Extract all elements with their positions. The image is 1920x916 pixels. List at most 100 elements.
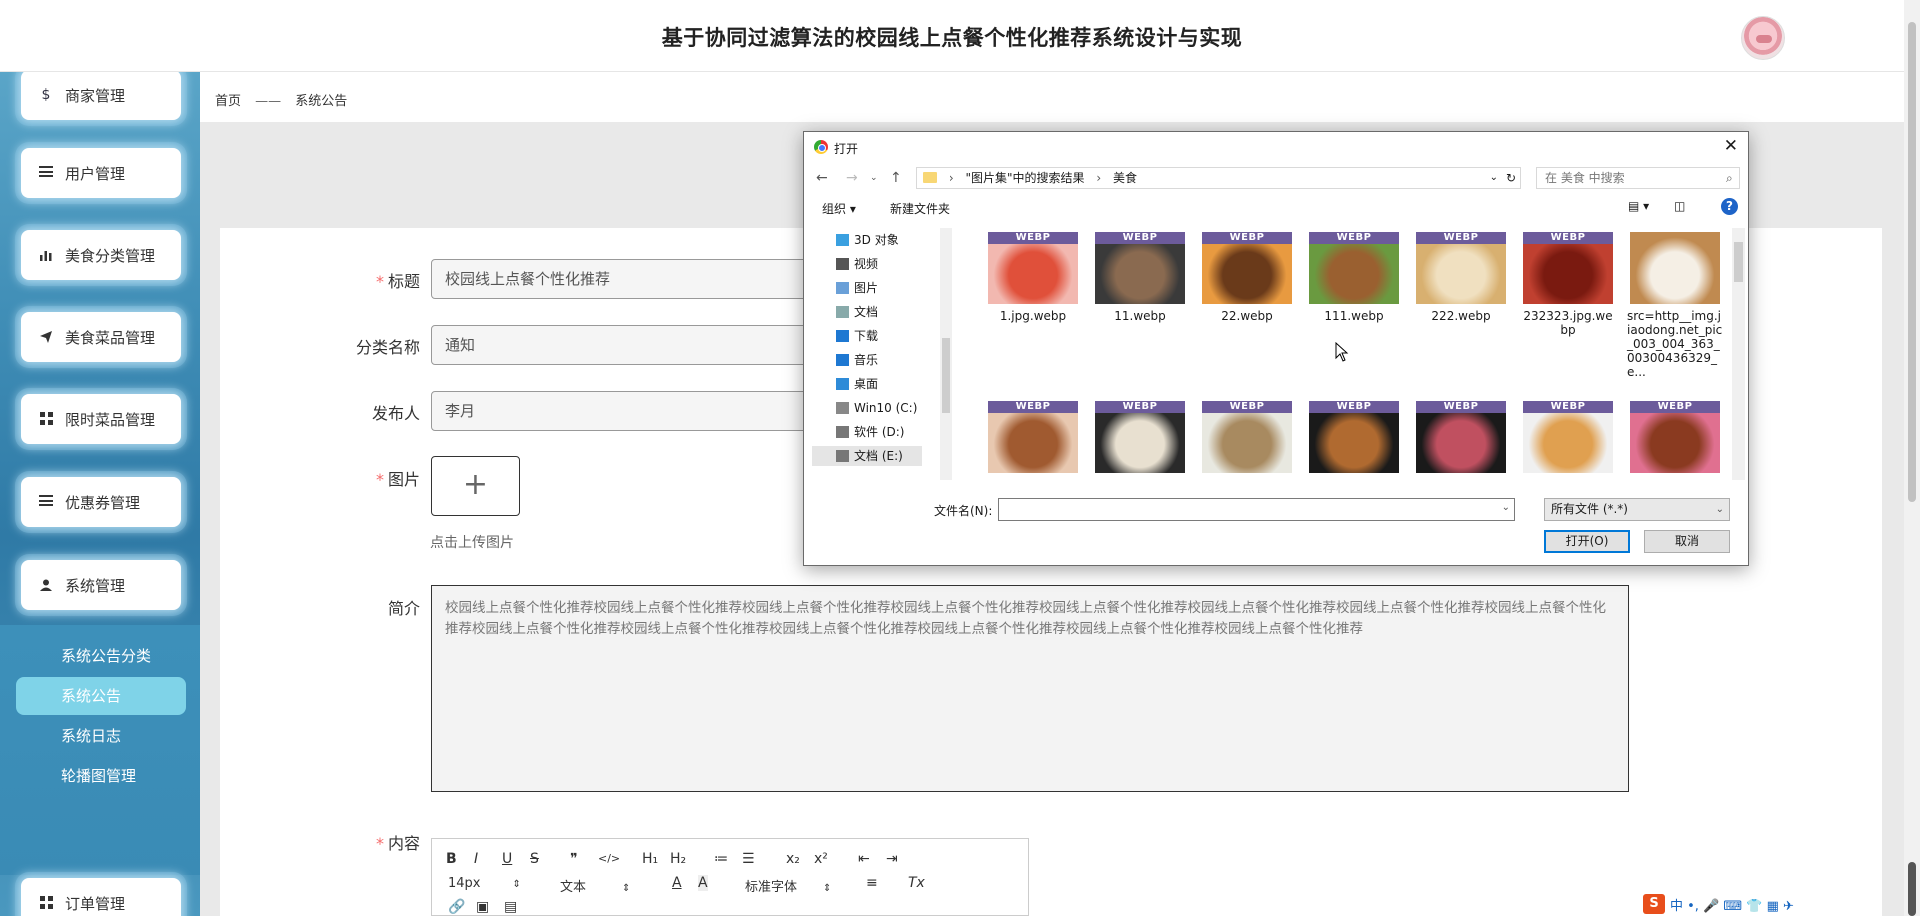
preview-pane-icon[interactable]: ◫ xyxy=(1674,199,1685,213)
sogou-logo-icon[interactable]: S xyxy=(1643,894,1665,914)
scrollbar-thumb-lower[interactable] xyxy=(1908,862,1916,916)
align-icon[interactable]: ≡ xyxy=(866,875,878,891)
close-icon[interactable]: ✕ xyxy=(1724,136,1738,156)
bullet-list-button[interactable]: ☰ xyxy=(742,851,755,867)
chevron-down-icon[interactable]: ⌄ xyxy=(1490,168,1498,188)
nav-item[interactable]: 文档 (E:) xyxy=(812,446,922,466)
avatar[interactable] xyxy=(1741,16,1785,60)
view-options-icon[interactable]: ▤ ▾ xyxy=(1628,199,1649,213)
new-folder-button[interactable]: 新建文件夹 xyxy=(890,200,950,217)
strike-button[interactable]: S xyxy=(530,851,539,867)
sub-item-notice-category[interactable]: 系统公告分类 xyxy=(16,637,186,675)
nav-item[interactable]: 图片 xyxy=(834,278,944,298)
page-scrollbar[interactable] xyxy=(1904,0,1920,916)
nav-item[interactable]: 音乐 xyxy=(834,350,944,370)
file-item[interactable]: WEBP xyxy=(985,401,1081,473)
sub-item-carousel[interactable]: 轮播图管理 xyxy=(16,757,186,795)
sidebar-item-merchant[interactable]: $ 商家管理 xyxy=(21,72,181,120)
nav-item[interactable]: 下载 xyxy=(834,326,944,346)
search-input[interactable]: 在 美食 中搜索 xyxy=(1536,167,1740,189)
font-color-icon[interactable]: A xyxy=(672,875,682,891)
indent-button[interactable]: ⇥ xyxy=(886,851,898,867)
italic-button[interactable]: I xyxy=(474,851,478,867)
nav-item[interactable]: 视频 xyxy=(834,254,944,274)
font-family-select[interactable]: 标准字体 ⇕ xyxy=(745,876,831,895)
image-icon[interactable]: ▣ xyxy=(476,899,489,915)
intro-textarea[interactable]: 校园线上点餐个性化推荐校园线上点餐个性化推荐校园线上点餐个性化推荐校园线上点餐个… xyxy=(431,585,1629,792)
help-icon[interactable]: ? xyxy=(1721,198,1738,215)
video-icon[interactable]: ▤ xyxy=(504,899,517,915)
nav-item[interactable]: 3D 对象 xyxy=(834,230,944,250)
path-segment[interactable]: 美食 xyxy=(1113,171,1137,185)
nav-folder-icon xyxy=(836,450,849,462)
file-item[interactable]: WEBP xyxy=(1520,401,1616,473)
file-item[interactable]: WEBP xyxy=(1199,401,1295,473)
underline-button[interactable]: U xyxy=(502,851,512,867)
sidebar-item-orders[interactable]: 订单管理 xyxy=(21,878,181,916)
sidebar-item-food-category[interactable]: 美食分类管理 xyxy=(21,230,181,280)
sidebar-item-users[interactable]: 用户管理 xyxy=(21,148,181,198)
file-thumbnail: WEBP xyxy=(1523,232,1613,304)
font-size-select[interactable]: 14px ⇕ xyxy=(448,876,521,891)
filetype-select[interactable]: 所有文件 (*.*) ⌄ xyxy=(1544,498,1730,521)
breadcrumb-home[interactable]: 首页 xyxy=(215,94,241,109)
sidebar-item-system[interactable]: 系统管理 xyxy=(21,560,181,610)
filename-input[interactable]: ⌄ xyxy=(998,498,1515,521)
sidebar-item-dishes[interactable]: 美食菜品管理 xyxy=(21,312,181,362)
cancel-button[interactable]: 取消 xyxy=(1644,530,1730,553)
up-arrow-icon[interactable]: ↑ xyxy=(890,170,902,186)
image-upload-button[interactable]: + xyxy=(431,456,520,516)
organize-menu[interactable]: 组织 ▾ xyxy=(822,200,856,217)
file-item[interactable]: WEBP xyxy=(1627,401,1723,473)
h1-button[interactable]: H₁ xyxy=(642,851,658,867)
back-arrow-icon[interactable]: ← xyxy=(816,170,828,186)
superscript-button[interactable]: x² xyxy=(814,851,828,867)
file-item[interactable]: WEBP 222.webp xyxy=(1413,232,1509,323)
navigation-scrollbar[interactable] xyxy=(940,228,952,480)
bold-button[interactable]: B xyxy=(446,851,457,867)
nav-item[interactable]: 文档 xyxy=(834,302,944,322)
rich-text-editor[interactable]: B I U S ❞ </> H₁ H₂ ≔ ☰ x₂ x² ⇤ ⇥ 14px ⇕ … xyxy=(431,838,1029,916)
scrollbar-thumb[interactable] xyxy=(1908,22,1916,502)
quote-button[interactable]: ❞ xyxy=(570,851,578,867)
h2-button[interactable]: H₂ xyxy=(670,851,686,867)
sidebar-item-limited-dishes[interactable]: 限时菜品管理 xyxy=(21,394,181,444)
file-item[interactable]: WEBP 232323.jpg.webp xyxy=(1520,232,1616,337)
file-item[interactable]: WEBP xyxy=(1306,401,1402,473)
subscript-button[interactable]: x₂ xyxy=(786,851,800,867)
nav-item[interactable]: Win10 (C:) xyxy=(834,398,944,418)
file-item[interactable]: WEBP 22.webp xyxy=(1199,232,1295,323)
file-thumbnail: WEBP xyxy=(1202,232,1292,304)
ordered-list-button[interactable]: ≔ xyxy=(714,851,728,867)
text-style-select[interactable]: 文本 ⇕ xyxy=(560,876,630,895)
forward-arrow-icon[interactable]: → xyxy=(846,170,858,186)
file-item[interactable]: WEBP 111.webp xyxy=(1306,232,1402,323)
image-label: * 图片 xyxy=(375,470,420,489)
send-icon xyxy=(39,330,53,344)
code-button[interactable]: </> xyxy=(598,852,620,865)
sub-item-notice[interactable]: 系统公告 xyxy=(16,677,186,715)
link-icon[interactable]: 🔗 xyxy=(448,899,465,915)
nav-item[interactable]: 桌面 xyxy=(834,374,944,394)
file-item[interactable]: WEBP xyxy=(1413,401,1509,473)
file-item[interactable]: WEBP 11.webp xyxy=(1092,232,1188,323)
path-segment[interactable]: "图片集"中的搜索结果 xyxy=(965,171,1084,185)
ime-status[interactable]: 中 •, 🎤 ⌨ 👕 ▦ ✈ xyxy=(1670,895,1794,914)
ime-tray[interactable]: S 中 •, 🎤 ⌨ 👕 ▦ ✈ xyxy=(1643,893,1813,915)
file-item[interactable]: src=http__img.jiaodong.net_pic_003_004_3… xyxy=(1627,232,1723,379)
sub-item-system-log[interactable]: 系统日志 xyxy=(16,717,186,755)
outdent-button[interactable]: ⇤ xyxy=(858,851,870,867)
clear-format-button[interactable]: Tx xyxy=(908,875,925,891)
address-bar[interactable]: › "图片集"中的搜索结果 › 美食 ⌄ ↻ xyxy=(916,167,1521,189)
file-item[interactable]: WEBP 1.jpg.webp xyxy=(985,232,1081,323)
refresh-icon[interactable]: ↻ xyxy=(1506,168,1516,188)
files-scrollbar[interactable] xyxy=(1732,228,1745,480)
background-color-icon[interactable]: A xyxy=(698,875,708,891)
recent-dropdown-icon[interactable]: ⌄ xyxy=(870,173,878,183)
open-button[interactable]: 打开(O) xyxy=(1544,530,1630,553)
sidebar-item-coupons[interactable]: 优惠券管理 xyxy=(21,477,181,527)
webp-badge: WEBP xyxy=(1309,401,1399,413)
dialog-titlebar[interactable]: 打开 ✕ xyxy=(804,132,1748,162)
nav-item[interactable]: 软件 (D:) xyxy=(834,422,944,442)
file-item[interactable]: WEBP xyxy=(1092,401,1188,473)
